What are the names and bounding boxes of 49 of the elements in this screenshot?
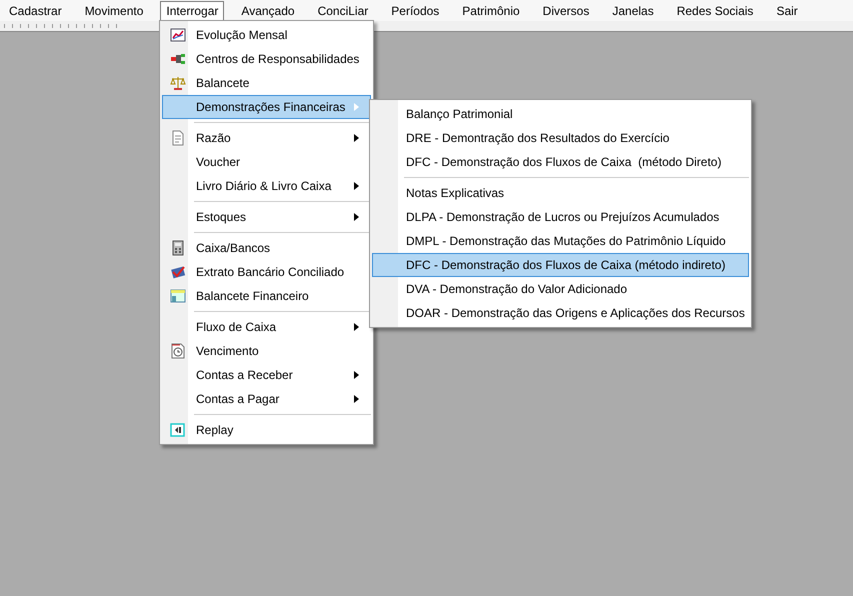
menu-item[interactable]: DRE - Demontração dos Resultados do Exercício [372, 126, 749, 150]
menu-item[interactable]: DLPA - Demonstração de Lucros ou Prejuízos Acumulados [372, 205, 749, 229]
menu-item[interactable]: DMPL - Demonstração das Mutações do Patrimônio Líquido [372, 229, 749, 253]
spreadsheet-icon [170, 288, 186, 304]
menu-item[interactable]: Vencimento [162, 339, 371, 363]
menu-item[interactable]: Balanço Patrimonial [372, 102, 749, 126]
menu-bar-item[interactable]: Avançado [235, 1, 301, 20]
menu-item[interactable]: Demonstrações Financeiras [162, 95, 371, 119]
clock-icon [170, 343, 186, 359]
menu-item[interactable]: Evolução Mensal [162, 23, 371, 47]
menu-item[interactable]: Contas a Pagar [162, 387, 371, 411]
submenu-arrow-icon [354, 134, 360, 142]
menu-bar-item[interactable]: Períodos [385, 1, 446, 20]
submenu-arrow-icon [354, 371, 360, 379]
menu-item[interactable]: Voucher [162, 150, 371, 174]
menu-item[interactable]: Razão [162, 126, 371, 150]
menu-item[interactable]: Contas a Receber [162, 363, 371, 387]
plug-icon [170, 51, 186, 67]
menu-bar-item[interactable]: Cadastrar [3, 1, 68, 20]
submenu-arrow-icon [354, 182, 360, 190]
document-icon [170, 130, 186, 146]
menu-item[interactable]: Centros de Responsabilidades [162, 47, 371, 71]
menu-item[interactable]: DFC - Demonstração dos Fluxos de Caixa (método Direto) [372, 150, 749, 174]
checkmark-icon [170, 264, 186, 280]
menu-bar-item[interactable]: Interrogar [160, 1, 224, 20]
menu-bar-item[interactable]: ConciLiar [312, 1, 374, 20]
menu-bar-item[interactable]: Movimento [78, 1, 150, 20]
submenu-arrow-icon [354, 103, 360, 111]
menu-item[interactable]: Replay [162, 418, 371, 442]
menu-item[interactable]: DOAR - Demonstração das Origens e Aplicações dos Recursos [372, 301, 749, 325]
rewind-icon [170, 422, 186, 438]
submenu-arrow-icon [354, 323, 360, 331]
menu-item[interactable]: Fluxo de Caixa [162, 315, 371, 339]
menu-bar-item[interactable]: Patrimônio [456, 1, 526, 20]
menu-bar-item[interactable]: Diversos [536, 1, 596, 20]
menu-item[interactable]: DVA - Demonstração do Valor Adicionado [372, 277, 749, 301]
scales-icon [170, 75, 186, 91]
menu-item[interactable]: DFC - Demonstração dos Fluxos de Caixa (método indireto) [372, 253, 749, 277]
submenu-arrow-icon [354, 213, 360, 221]
menu-item[interactable]: Notas Explicativas [372, 181, 749, 205]
submenu-arrow-icon [354, 395, 360, 403]
menu-bar-item[interactable]: Redes Sociais [670, 1, 760, 20]
menu-item[interactable]: Balancete [162, 71, 371, 95]
menu-item[interactable]: Livro Diário & Livro Caixa [162, 174, 371, 198]
menu-item[interactable]: Estoques [162, 205, 371, 229]
menu-bar-item[interactable]: Sair [770, 1, 804, 20]
chart-icon [170, 27, 186, 43]
menu-bar-item[interactable]: Janelas [606, 1, 660, 20]
calculator-icon [170, 240, 186, 256]
